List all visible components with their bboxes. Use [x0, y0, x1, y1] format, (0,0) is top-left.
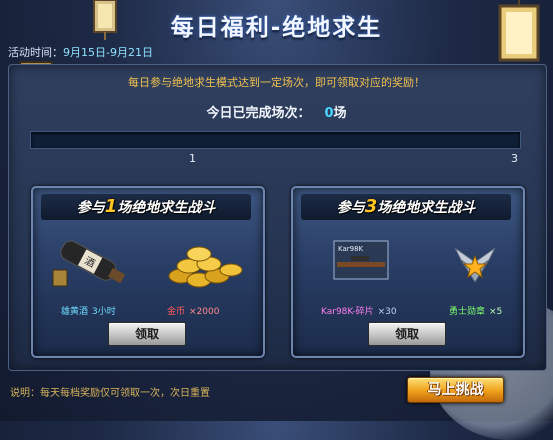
reward-item-label: 金币 ×2000 [167, 304, 219, 317]
reward-item-label: Kar98K-碎片 ×30 [321, 304, 397, 317]
completed-value: 0 [324, 106, 334, 121]
period-label: 活动时间： [8, 46, 63, 59]
rifle-icon: Kar98K [333, 240, 389, 280]
completed-label: 今日已完成场次： [206, 106, 311, 121]
completed-count: 今日已完成场次： 0场 [0, 102, 553, 121]
period-value: 9月15日-9月21日 [63, 46, 153, 59]
card-title-prefix: 参与 [336, 200, 365, 216]
card-title-prefix: 参与 [76, 200, 105, 216]
item-qty: ×30 [377, 307, 397, 317]
reward-card-1: 参与1场绝地求生战斗 酒 雄黄酒 3小时 金币 ×2000 领取 [31, 186, 265, 358]
item-name: 雄黄酒 [61, 307, 89, 317]
medal-icon [454, 247, 496, 283]
progress-tick-3: 3 [511, 152, 518, 165]
card-title: 参与1场绝地求生战斗 [41, 194, 251, 220]
gold-coins-icon [168, 246, 243, 288]
claim-button[interactable]: 领取 [368, 322, 446, 346]
event-period: 活动时间：9月15日-9月21日 [8, 44, 153, 60]
item-qty: ×2000 [189, 307, 220, 317]
card-title-number: 3 [364, 196, 378, 217]
progress-tick-1: 1 [189, 152, 196, 165]
rifle-icon-label: Kar98K [338, 245, 364, 253]
claim-button[interactable]: 领取 [108, 322, 186, 346]
item-qty: ×5 [489, 307, 503, 317]
item-name: 金币 [167, 307, 186, 317]
card-title-number: 1 [104, 196, 118, 217]
reward-item-label: 雄黄酒 3小时 [61, 304, 116, 317]
card-title-suffix: 场绝地求生战斗 [117, 200, 216, 216]
footer-note: 说明：每天每档奖励仅可领取一次，次日重置 [10, 388, 210, 399]
completed-unit: 场 [333, 106, 347, 121]
item-name: Kar98K-碎片 [321, 307, 374, 317]
reward-item-label: 勇士勋章 ×5 [449, 304, 502, 317]
page-title: 每日福利-绝地求生 [170, 15, 383, 41]
wine-bottle-icon: 酒 [52, 240, 126, 287]
item-qty: 3小时 [92, 307, 116, 317]
card-title-suffix: 场绝地求生战斗 [377, 200, 476, 216]
challenge-now-button[interactable]: 马上挑战 [407, 377, 504, 403]
progress-bar [30, 131, 521, 149]
reward-card-3: 参与3场绝地求生战斗 Kar98K Kar98K-碎片 ×30 勇士勋章 ×5 领取 [291, 186, 525, 358]
card-title: 参与3场绝地求生战斗 [301, 194, 511, 220]
intro-text: 每日参与绝地求生模式达到一定场次，即可领取对应的奖励！ [128, 76, 425, 89]
item-name: 勇士勋章 [449, 307, 486, 317]
